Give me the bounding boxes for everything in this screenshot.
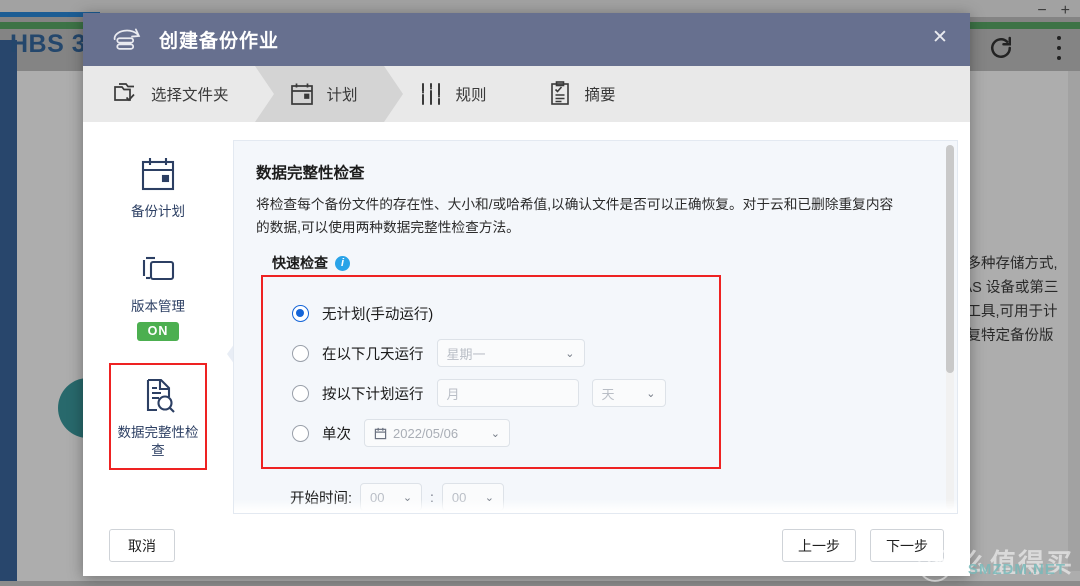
radio-single-run[interactable] [292, 424, 309, 442]
panel-scrollbar[interactable] [946, 145, 954, 509]
chevron-down-icon: ⌄ [565, 347, 575, 360]
panel-bottom-fade [234, 499, 957, 513]
weekday-select[interactable]: 星期一 ⌄ [436, 339, 585, 367]
option-label: 无计划(手动运行) [322, 306, 434, 323]
tab-select-folder[interactable]: 选择文件夹 [83, 66, 255, 122]
calendar-icon [138, 154, 178, 194]
section-label: 快速检查 [272, 255, 328, 271]
tab-label: 规则 [455, 87, 487, 104]
dialog-title: 创建备份作业 [159, 31, 280, 52]
tab-label: 摘要 [584, 87, 616, 104]
select-value: 月 [446, 386, 460, 402]
chevron-down-icon: ⌄ [490, 427, 500, 440]
panel-description: 将检查每个备份文件的存在性、大小和/或哈希值,以确认文件是否可以正确恢复。对于云… [256, 197, 894, 235]
option-run-by-schedule[interactable]: 按以下计划运行 月 天 ⌄ [263, 373, 719, 413]
calendar-icon [374, 427, 387, 440]
folder-check-icon [113, 81, 139, 107]
panel-title: 数据完整性检查 [256, 165, 365, 182]
tab-summary[interactable]: 摘要 [513, 66, 642, 122]
option-label: 按以下计划运行 [322, 386, 424, 403]
info-icon[interactable]: i [335, 255, 350, 271]
dialog-body: 备份计划 版本管理 ON 数据完整性检查 数据完整性检查 将检查每个备份文件的存… [83, 122, 970, 514]
tab-plan[interactable]: 计划 [254, 66, 403, 122]
month-select[interactable]: 月 [436, 379, 579, 407]
settings-sidebar: 备份计划 版本管理 ON 数据完整性检查 [83, 140, 240, 514]
select-value: 2022/05/06 [393, 425, 459, 441]
sidebar-item-label: 数据完整性检查 [117, 425, 199, 458]
option-single-run[interactable]: 单次 2022/05/06 ⌄ [263, 413, 719, 453]
select-value: 天 [601, 386, 615, 402]
backup-job-icon [109, 25, 145, 55]
versions-icon [138, 249, 178, 289]
tab-rules[interactable]: 规则 [384, 66, 513, 122]
quick-check-label-row: 快速检查 i [256, 253, 931, 273]
sidebar-item-backup-plan[interactable]: 备份计划 [109, 146, 207, 227]
radio-run-by-schedule[interactable] [292, 384, 309, 402]
day-select[interactable]: 天 ⌄ [591, 379, 666, 407]
tab-label: 选择文件夹 [151, 87, 229, 104]
option-run-on-days[interactable]: 在以下几天运行 星期一 ⌄ [263, 333, 719, 373]
bottom-border [0, 581, 1080, 586]
option-label: 单次 [322, 426, 351, 443]
sliders-icon [418, 81, 444, 107]
close-icon[interactable]: ✕ [927, 25, 953, 51]
sidebar-item-label: 版本管理 [131, 299, 185, 314]
panel-scrollbar-thumb[interactable] [946, 145, 954, 373]
sidebar-item-data-integrity-check[interactable]: 数据完整性检查 [109, 363, 207, 470]
single-date-select[interactable]: 2022/05/06 ⌄ [364, 419, 510, 447]
integrity-check-icon [138, 375, 178, 415]
option-no-schedule[interactable]: 无计划(手动运行) [263, 293, 719, 333]
dialog-title-bar: 创建备份作业 ✕ [83, 13, 970, 66]
content-panel: 数据完整性检查 将检查每个备份文件的存在性、大小和/或哈希值,以确认文件是否可以… [233, 140, 958, 514]
status-badge: ON [136, 322, 180, 341]
cancel-button[interactable]: 取消 [109, 529, 175, 562]
next-button[interactable]: 下一步 [870, 529, 944, 562]
schedule-options-group: 无计划(手动运行) 在以下几天运行 星期一 ⌄ 按以下计划运行 月 天 ⌄ 单次… [261, 275, 721, 469]
step-tabs: 选择文件夹 计划 规则 摘要 [83, 66, 970, 122]
sidebar-item-label: 备份计划 [131, 204, 185, 219]
create-backup-job-dialog: 创建备份作业 ✕ 选择文件夹 计划 规则 摘要 备份计划 版本管理 ON 数据完… [83, 13, 970, 576]
calendar-icon [289, 81, 315, 107]
radio-no-schedule[interactable] [292, 304, 309, 322]
previous-button[interactable]: 上一步 [782, 529, 856, 562]
dialog-footer: 取消 上一步 下一步 [83, 514, 970, 576]
option-label: 在以下几天运行 [322, 346, 424, 363]
sidebar-item-version-management[interactable]: 版本管理 ON [109, 241, 207, 347]
radio-run-on-days[interactable] [292, 344, 309, 362]
tab-label: 计划 [326, 87, 358, 104]
select-value: 星期一 [446, 346, 486, 362]
clipboard-check-icon [547, 81, 573, 107]
chevron-down-icon: ⌄ [646, 387, 656, 400]
